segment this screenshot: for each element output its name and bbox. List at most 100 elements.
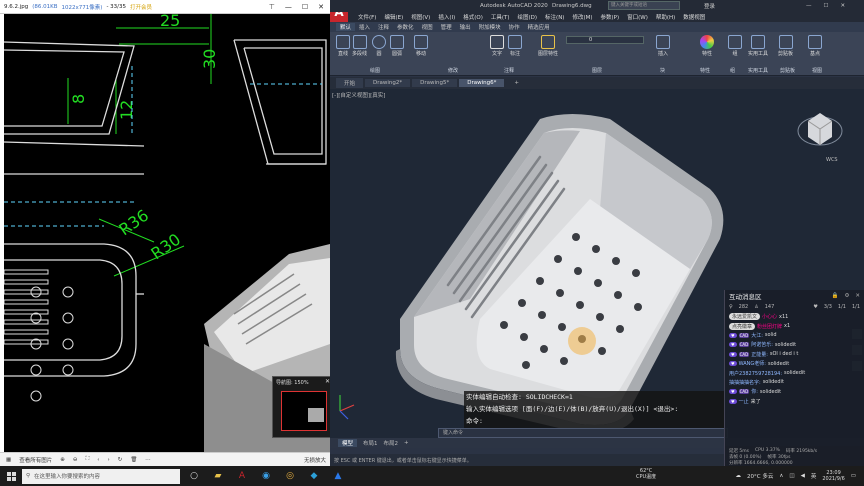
tab-view[interactable]: 视图 <box>418 23 437 31</box>
tab-annotate[interactable]: 注释 <box>374 23 393 31</box>
menu-parametric[interactable]: 参数(P) <box>601 13 620 21</box>
taskbar-search[interactable]: ⚲ 在这里输入你要搜索的内容 <box>22 468 180 484</box>
chrome-icon[interactable]: ◎ <box>280 469 300 484</box>
next-icon[interactable]: › <box>108 457 110 463</box>
basepoint-button[interactable]: 基点 <box>808 35 822 57</box>
arc-button[interactable]: 圆弧 <box>390 35 404 57</box>
volume-icon[interactable]: ◀ <box>801 473 805 479</box>
doc-tab-drawing5[interactable]: Drawing5* <box>412 79 458 87</box>
zoom-in-icon[interactable]: ⊕ <box>60 457 65 463</box>
menu-file[interactable]: 文件(F) <box>358 13 376 21</box>
panel-utilities[interactable]: 实用工具 <box>748 67 768 74</box>
maximize-icon[interactable]: ☐ <box>302 3 308 11</box>
panel-draw[interactable]: 绘图 <box>370 67 380 74</box>
navigator-thumbnail[interactable] <box>281 391 327 431</box>
chat-close-icon[interactable]: ✕ <box>855 293 860 299</box>
fit-icon[interactable]: ⛶ <box>85 456 89 463</box>
search-input[interactable]: 键入关键字或短语 <box>608 1 680 10</box>
acad-close-icon[interactable]: ✕ <box>840 3 845 9</box>
properties-button[interactable]: 特性 <box>700 35 714 57</box>
all-images-grid-icon[interactable]: ▦ <box>6 457 11 463</box>
group-button[interactable]: 组 <box>728 35 742 57</box>
panel-view[interactable]: 视图 <box>812 67 822 74</box>
layer-select[interactable]: 0 <box>566 36 644 44</box>
tab-layout2[interactable]: 布局2 <box>384 439 399 447</box>
close-icon[interactable]: ✕ <box>318 3 324 11</box>
command-input[interactable]: 键入命令 <box>438 428 728 438</box>
tab-addins[interactable]: 附加模块 <box>475 23 505 31</box>
tray-chevron-icon[interactable]: ∧ <box>779 473 783 479</box>
utilities-button[interactable]: 实用工具 <box>748 35 768 57</box>
menu-modify[interactable]: 修改(M) <box>572 13 592 21</box>
add-layout-icon[interactable]: + <box>404 440 409 446</box>
tab-manage[interactable]: 管理 <box>437 23 456 31</box>
weather-text[interactable]: 20°C 多云 <box>747 472 773 480</box>
panel-group[interactable]: 组 <box>730 67 735 74</box>
menu-dataview[interactable]: 数据视图 <box>683 13 705 21</box>
app-icon-2[interactable]: ▲ <box>328 469 348 484</box>
menu-window[interactable]: 窗口(W) <box>627 13 648 21</box>
panel-annotate[interactable]: 注释 <box>504 67 514 74</box>
panel-properties[interactable]: 特性 <box>700 67 710 74</box>
new-tab-icon[interactable]: + <box>506 79 527 87</box>
tab-model[interactable]: 模型 <box>338 439 358 447</box>
start-button[interactable] <box>0 471 22 481</box>
tab-collaborate[interactable]: 协作 <box>505 23 524 31</box>
clock[interactable]: 23:09 2021/9/6 <box>822 470 844 482</box>
login-button[interactable]: 登录 <box>704 2 715 10</box>
open-member-link[interactable]: 打开会员 <box>130 3 152 11</box>
tab-insert[interactable]: 插入 <box>355 23 374 31</box>
file-explorer-icon[interactable]: ▰ <box>208 469 228 484</box>
panel-clipboard[interactable]: 剪贴板 <box>780 67 795 74</box>
text-button[interactable]: 文字 <box>490 35 504 57</box>
tab-output[interactable]: 输出 <box>456 23 475 31</box>
panel-block[interactable]: 块 <box>660 67 665 74</box>
menu-tools[interactable]: 工具(T) <box>491 13 510 21</box>
viewer-image-canvas[interactable]: 25 30 8 12 R36 R30 导航图: 150% ✕ <box>4 14 330 452</box>
tab-featured[interactable]: 精选应用 <box>524 23 554 31</box>
app-icon-1[interactable]: ◆ <box>304 469 324 484</box>
viewport-label[interactable]: [-][自定义视图][真实] <box>332 91 385 99</box>
tab-parametric[interactable]: 参数化 <box>393 23 418 31</box>
menu-draw[interactable]: 绘图(D) <box>518 13 538 21</box>
insert-block-button[interactable]: 插入 <box>656 35 670 57</box>
menu-help[interactable]: 帮助(H) <box>656 13 675 21</box>
menu-edit[interactable]: 编辑(E) <box>384 13 403 21</box>
acad-minimize-icon[interactable]: — <box>806 3 812 9</box>
settings-icon[interactable]: ⚙ <box>844 293 849 299</box>
view-all-images-button[interactable]: 查看所有图片 <box>19 456 52 464</box>
zoom-out-icon[interactable]: ⊖ <box>73 457 78 463</box>
line-button[interactable]: 直线 <box>336 35 350 57</box>
panel-modify[interactable]: 修改 <box>448 67 458 74</box>
pin-icon[interactable]: ⊤ <box>269 3 275 11</box>
prev-icon[interactable]: ‹ <box>97 457 99 463</box>
circle-button[interactable]: 圆 <box>372 35 386 57</box>
move-button[interactable]: 移动 <box>414 35 428 57</box>
task-view-icon[interactable]: ○ <box>184 469 204 484</box>
menu-view[interactable]: 视图(V) <box>411 13 430 21</box>
polyline-button[interactable]: 多段线 <box>352 35 367 57</box>
menu-dimension[interactable]: 标注(N) <box>545 13 564 21</box>
panel-layer[interactable]: 图层 <box>592 67 602 74</box>
ime-icon[interactable]: 英 <box>811 472 817 480</box>
weather-icon[interactable]: ☁ <box>736 473 742 479</box>
doc-tab-drawing2[interactable]: Drawing2* <box>365 79 411 87</box>
edge-icon[interactable]: ◉ <box>256 469 276 484</box>
menu-insert[interactable]: 插入(I) <box>438 13 455 21</box>
clipboard-button[interactable]: 剪贴板 <box>778 35 793 57</box>
lock-icon[interactable]: 🔒 <box>832 293 839 299</box>
menu-format[interactable]: 格式(O) <box>463 13 483 21</box>
tab-layout1[interactable]: 布局1 <box>363 439 378 447</box>
delete-icon[interactable]: 🗑 <box>130 457 137 463</box>
layer-properties-button[interactable]: 图层特性 <box>538 35 558 57</box>
network-icon[interactable]: ◫ <box>789 473 794 479</box>
lossless-zoom-button[interactable]: 无损放大 <box>304 456 330 464</box>
minimize-icon[interactable]: — <box>285 3 292 11</box>
autocad-taskbar-icon[interactable]: A <box>232 469 252 484</box>
more-icon[interactable]: ⋯ <box>145 457 151 463</box>
doc-tab-start[interactable]: 开始 <box>336 78 364 88</box>
tab-default[interactable]: 默认 <box>336 23 356 31</box>
dimension-button[interactable]: 标注 <box>508 35 522 57</box>
doc-tab-drawing6[interactable]: Drawing6* <box>459 79 505 87</box>
rotate-icon[interactable]: ↻ <box>118 457 123 463</box>
